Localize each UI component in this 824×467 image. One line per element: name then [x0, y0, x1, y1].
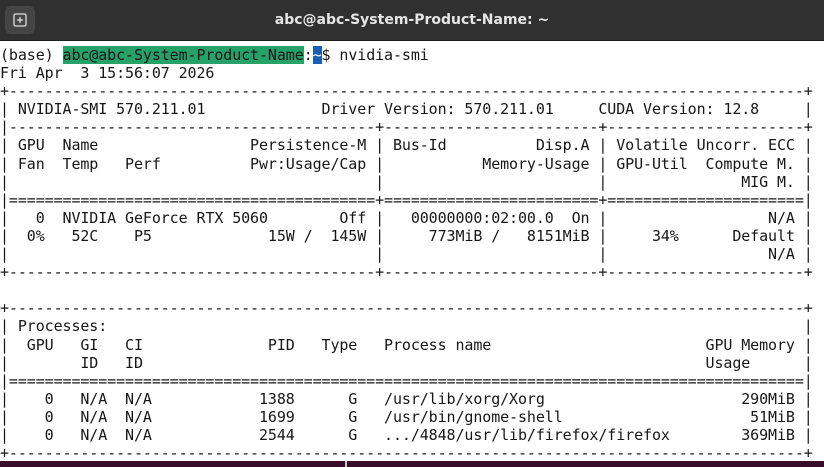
terminal-bottom-marker: [345, 461, 347, 467]
title-bar: abc@abc-System-Product-Name: ~: [0, 0, 824, 41]
output-line: | 0 N/A N/A 1699 G /usr/bin/gnome-shell …: [0, 407, 813, 426]
output-line: | GPU GI CI PID Type Process name GPU Me…: [0, 335, 813, 354]
output-line: | ID ID Usage |: [0, 353, 813, 372]
output-line: +---------------------------------------…: [0, 444, 813, 461]
output-line: +---------------------------------------…: [0, 299, 813, 318]
terminal-bottom-strip: [0, 461, 824, 467]
prompt-separator: :: [303, 46, 313, 64]
prompt-dollar: $: [321, 46, 340, 64]
output-line: | 0 N/A N/A 1388 G /usr/lib/xorg/Xorg 29…: [0, 389, 813, 408]
output-line: |=======================================…: [0, 190, 813, 209]
timestamp-line: Fri Apr 3 15:56:07 2026: [0, 64, 215, 83]
terminal-view[interactable]: (base) abc@abc-System-Product-Name:~$ nv…: [0, 41, 824, 461]
prompt-line: (base) abc@abc-System-Product-Name:~$ nv…: [0, 46, 813, 64]
output-line: | Processes: |: [0, 317, 813, 336]
output-line: | 0 N/A N/A 2544 G .../4848/usr/lib/fire…: [0, 425, 813, 444]
prompt-cwd: ~: [312, 46, 322, 64]
output-line: +---------------------------------------…: [0, 263, 813, 282]
output-line: | 0 NVIDIA GeForce RTX 5060 Off | 000000…: [0, 208, 813, 227]
output-line: | | | N/A |: [0, 245, 813, 264]
output-line: | GPU Name Persistence-M | Bus-Id Disp.A…: [0, 136, 813, 155]
output-line: |---------------------------------------…: [0, 118, 813, 137]
output-line: | Fan Temp Perf Pwr:Usage/Cap | Memory-U…: [0, 154, 813, 173]
output-line: +---------------------------------------…: [0, 82, 813, 101]
terminal-output: (base) abc@abc-System-Product-Name:~$ nv…: [0, 46, 813, 461]
output-line: | NVIDIA-SMI 570.211.01 Driver Version: …: [0, 100, 813, 119]
conda-env: (base): [0, 46, 63, 64]
output-line: |=======================================…: [0, 371, 813, 390]
output-line: | | | MIG M. |: [0, 172, 813, 191]
prompt-host: abc@abc-System-Product-Name: [62, 46, 304, 64]
output-line: | 0% 52C P5 15W / 145W | 773MiB / 8151Mi…: [0, 226, 813, 245]
command-text: nvidia-smi: [339, 46, 429, 64]
window-title: abc@abc-System-Product-Name: ~: [274, 12, 550, 28]
